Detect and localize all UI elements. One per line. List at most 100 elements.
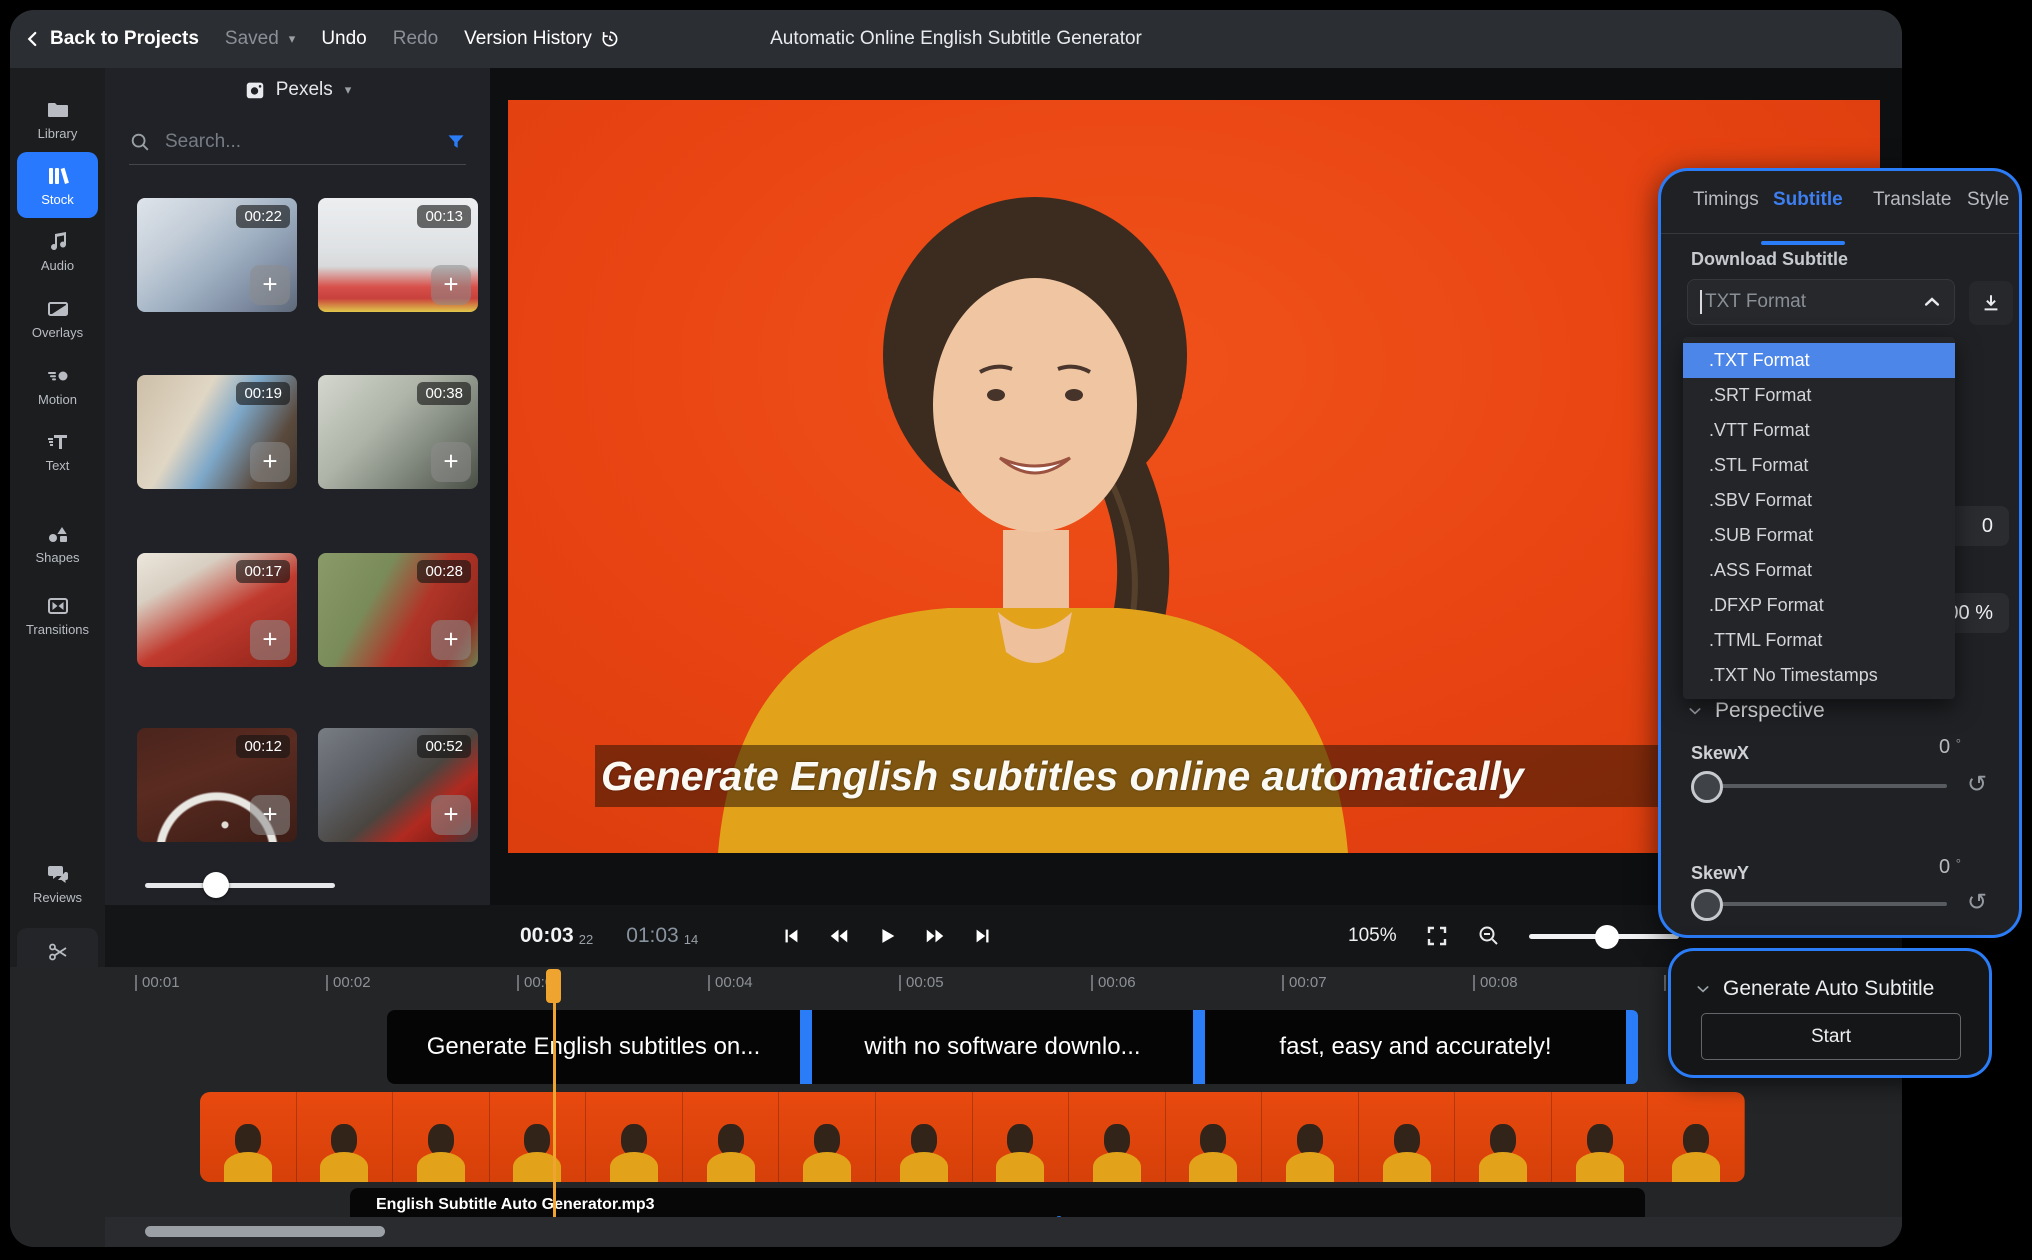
sidebar-item-text[interactable]: Text (17, 418, 98, 484)
generate-section-header[interactable]: Generate Auto Subtitle (1695, 977, 1934, 1001)
download-icon (1980, 292, 2002, 314)
add-clip-button[interactable]: + (250, 442, 290, 482)
redo-button[interactable]: Redo (393, 28, 438, 50)
sidebar-item-stock[interactable]: Stock (17, 152, 98, 218)
scrollbar-thumb[interactable] (145, 1226, 385, 1237)
slider-handle[interactable] (1595, 925, 1619, 949)
download-button[interactable] (1969, 281, 2013, 325)
back-to-projects-button[interactable]: Back to Projects (24, 28, 199, 50)
skewy-slider[interactable] (1691, 889, 1947, 919)
format-option[interactable]: .SBV Format (1683, 483, 1955, 518)
search-input[interactable] (163, 130, 434, 154)
slider-handle[interactable] (203, 872, 229, 898)
subtitle-clip[interactable]: fast, easy and accurately! (1205, 1010, 1626, 1084)
subtitle-clip[interactable]: Generate English subtitles on... (387, 1010, 800, 1084)
slider-handle[interactable] (1691, 889, 1723, 921)
stock-source-dropdown[interactable]: Pexels ▾ (105, 68, 490, 112)
subtitle-clip[interactable]: with no software downlo... (812, 1010, 1193, 1084)
skip-start-button[interactable] (780, 925, 802, 947)
stock-thumbnail[interactable]: 00:19 + (137, 375, 297, 489)
add-clip-button[interactable]: + (431, 620, 471, 660)
add-clip-button[interactable]: + (250, 795, 290, 835)
skewy-reset-button[interactable]: ↺ (1967, 891, 1987, 915)
filter-icon[interactable] (446, 132, 466, 152)
timeline-ruler[interactable]: 00:01 00:02 00:03 00:04 00:05 00:06 00:0… (105, 967, 1902, 1005)
duration-badge: 00:22 (236, 205, 290, 228)
sidebar-item-motion[interactable]: Motion (17, 352, 98, 418)
format-option[interactable]: .VTT Format (1683, 413, 1955, 448)
add-clip-button[interactable]: + (431, 795, 471, 835)
sidebar-item-overlays[interactable]: Overlays (17, 285, 98, 351)
subtitle-panel: Timings Subtitle Translate Style Downloa… (1658, 168, 2022, 938)
stock-panel: Pexels ▾ 00:22 + 00:13 + 00:19 + 00:38 (105, 68, 490, 905)
format-placeholder: TXT Format (1705, 291, 1922, 313)
skip-end-button[interactable] (972, 925, 994, 947)
stock-thumbnail[interactable]: 00:12 + (137, 728, 297, 842)
scissors-icon (46, 940, 70, 964)
chevron-left-icon (24, 30, 42, 48)
stock-thumbnail[interactable]: 00:52 + (318, 728, 478, 842)
video-track[interactable] (200, 1092, 1745, 1182)
rewind-button[interactable] (828, 925, 850, 947)
skewx-slider[interactable] (1691, 771, 1947, 801)
format-option[interactable]: .DFXP Format (1683, 588, 1955, 623)
fast-forward-button[interactable] (924, 925, 946, 947)
format-option[interactable]: .TTML Format (1683, 623, 1955, 658)
preview-zoom-controls: 105% (1348, 905, 1679, 967)
saved-label: Saved (225, 28, 279, 50)
perspective-section-header[interactable]: Perspective (1687, 699, 1825, 723)
chevron-down-icon: ▾ (345, 82, 352, 98)
sidebar-item-transitions[interactable]: Transitions (17, 582, 98, 648)
add-clip-button[interactable]: + (250, 265, 290, 305)
total-frames: 14 (684, 932, 698, 947)
add-clip-button[interactable]: + (250, 620, 290, 660)
format-option[interactable]: .SUB Format (1683, 518, 1955, 553)
stock-thumbnail[interactable]: 00:38 + (318, 375, 478, 489)
preview-zoom-slider[interactable] (1529, 925, 1679, 947)
zoom-out-icon[interactable] (1477, 924, 1501, 948)
version-history-button[interactable]: Version History (464, 28, 620, 50)
zoom-level[interactable]: 105% (1348, 925, 1397, 947)
thumbnail-size-slider[interactable] (145, 872, 335, 898)
tab-subtitle[interactable]: Subtitle (1773, 189, 1843, 211)
format-option[interactable]: .SRT Format (1683, 378, 1955, 413)
start-button[interactable]: Start (1701, 1013, 1961, 1060)
ruler-label: 00:07 (1282, 975, 1327, 991)
format-option[interactable]: .TXT No Timestamps (1683, 658, 1955, 693)
playhead-handle[interactable] (546, 969, 561, 1003)
fullscreen-icon[interactable] (1425, 924, 1449, 948)
skewx-reset-button[interactable]: ↺ (1967, 773, 1987, 797)
duration-badge: 00:12 (236, 735, 290, 758)
search-row (129, 120, 466, 165)
tab-timings[interactable]: Timings (1693, 189, 1759, 211)
stock-thumbnail[interactable]: 00:13 + (318, 198, 478, 312)
subtitle-track: Generate English subtitles on... with no… (387, 1010, 1638, 1084)
add-clip-button[interactable]: + (431, 265, 471, 305)
sidebar-item-audio[interactable]: Audio (17, 218, 98, 284)
tab-style[interactable]: Style (1967, 189, 2009, 211)
sidebar-item-shapes[interactable]: Shapes (17, 510, 98, 576)
clip-trim-handle[interactable] (1193, 1010, 1205, 1084)
saved-menu[interactable]: Saved ▾ (225, 28, 295, 50)
skewx-label: SkewX (1691, 743, 1749, 764)
stock-thumbnail[interactable]: 00:17 + (137, 553, 297, 667)
stock-thumbnail[interactable]: 00:28 + (318, 553, 478, 667)
play-button[interactable] (876, 925, 898, 947)
format-select-input[interactable]: TXT Format (1687, 279, 1955, 325)
stock-thumbnail[interactable]: 00:22 + (137, 198, 297, 312)
text-icon (46, 430, 70, 454)
sidebar-item-library[interactable]: Library (17, 86, 98, 152)
sidebar-item-reviews[interactable]: Reviews (17, 850, 98, 916)
format-option[interactable]: .ASS Format (1683, 553, 1955, 588)
clip-trim-handle[interactable] (1626, 1010, 1638, 1084)
tab-translate[interactable]: Translate (1873, 189, 1952, 211)
add-clip-button[interactable]: + (431, 442, 471, 482)
clip-trim-handle[interactable] (800, 1010, 812, 1084)
undo-button[interactable]: Undo (321, 28, 366, 50)
slider-handle[interactable] (1691, 771, 1723, 803)
chat-bubbles-icon (46, 862, 70, 886)
format-option[interactable]: .STL Format (1683, 448, 1955, 483)
current-time: 00:03 (520, 924, 574, 948)
chevron-up-icon[interactable] (1922, 292, 1942, 312)
format-option[interactable]: .TXT Format (1683, 343, 1955, 378)
